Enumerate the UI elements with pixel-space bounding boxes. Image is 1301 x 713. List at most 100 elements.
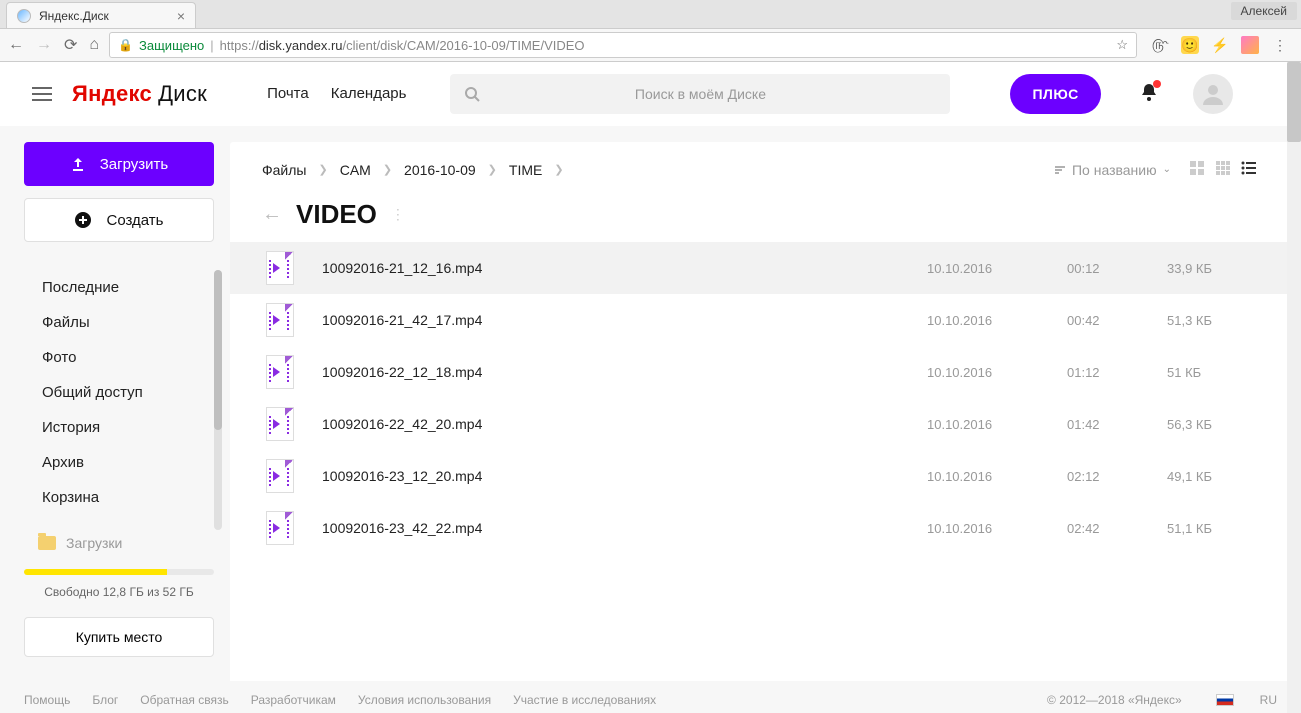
back-icon[interactable]: ←	[8, 36, 24, 54]
chevron-right-icon: ❯	[488, 163, 497, 176]
ext-icon-2[interactable]: 🙂	[1181, 36, 1199, 54]
file-size: 51,3 КБ	[1167, 313, 1257, 328]
search-input[interactable]: Поиск в моём Диске	[450, 74, 950, 114]
footer-feedback[interactable]: Обратная связь	[140, 693, 228, 707]
forward-icon: →	[36, 36, 52, 54]
file-size: 51,1 КБ	[1167, 521, 1257, 536]
file-row[interactable]: 10092016-21_12_16.mp4 10.10.2016 00:12 3…	[230, 242, 1289, 294]
file-time: 01:12	[1067, 365, 1167, 380]
sidebar-scrollbar-thumb[interactable]	[214, 270, 222, 430]
sidebar-item-trash[interactable]: Корзина	[24, 480, 218, 515]
video-file-icon	[266, 251, 294, 285]
file-row[interactable]: 10092016-23_12_20.mp4 10.10.2016 02:12 4…	[230, 450, 1289, 502]
upload-button[interactable]: Загрузить	[24, 142, 214, 186]
notifications-icon[interactable]	[1139, 82, 1159, 105]
sidebar-folder-downloads[interactable]: Загрузки	[24, 527, 218, 559]
file-name: 10092016-21_12_16.mp4	[322, 260, 927, 276]
file-name: 10092016-22_12_18.mp4	[322, 364, 927, 380]
file-date: 10.10.2016	[927, 261, 1067, 276]
file-name: 10092016-21_42_17.mp4	[322, 312, 927, 328]
omnibox[interactable]: 🔒 Защищено | https://disk.yandex.ru/clie…	[109, 32, 1137, 58]
chrome-menu-icon[interactable]: ⋮	[1271, 36, 1289, 54]
main-panel: Файлы ❯ CAM ❯ 2016-10-09 ❯ TIME ❯ По наз…	[230, 142, 1289, 681]
file-row[interactable]: 10092016-22_12_18.mp4 10.10.2016 01:12 5…	[230, 346, 1289, 398]
breadcrumb: Файлы ❯ CAM ❯ 2016-10-09 ❯ TIME ❯ По наз…	[230, 160, 1289, 179]
tab-close-icon[interactable]: ×	[177, 8, 185, 24]
footer-research[interactable]: Участие в исследованиях	[513, 693, 656, 707]
top-nav: Почта Календарь	[267, 85, 406, 102]
storage-text: Свободно 12,8 ГБ из 52 ГБ	[24, 585, 214, 599]
buy-storage-button[interactable]: Купить место	[24, 617, 214, 657]
chevron-down-icon: ⌄	[1163, 164, 1171, 175]
file-size: 56,3 КБ	[1167, 417, 1257, 432]
nav-mail[interactable]: Почта	[267, 85, 309, 102]
footer-devs[interactable]: Разработчикам	[251, 693, 336, 707]
extension-icons: ௹ 🙂 ⚡ ⋮	[1147, 36, 1293, 54]
ext-icon-1[interactable]: ௹	[1151, 36, 1169, 54]
file-time: 01:42	[1067, 417, 1167, 432]
notification-dot-icon	[1153, 80, 1161, 88]
create-label: Создать	[106, 212, 163, 229]
back-arrow-icon[interactable]: ←	[262, 203, 282, 226]
file-size: 49,1 КБ	[1167, 469, 1257, 484]
home-icon[interactable]: ⌂	[89, 36, 99, 54]
ext-icon-3[interactable]: ⚡	[1211, 36, 1229, 54]
video-file-icon	[266, 355, 294, 389]
url-host: disk.yandex.ru	[259, 38, 343, 53]
page-scrollbar[interactable]	[1287, 62, 1301, 713]
chrome-profile-chip[interactable]: Алексей	[1231, 2, 1297, 20]
ext-icon-4[interactable]	[1241, 36, 1259, 54]
sort-label: По названию	[1072, 162, 1157, 178]
view-list-icon[interactable]	[1241, 160, 1257, 179]
nav-calendar[interactable]: Календарь	[331, 85, 407, 102]
file-date: 10.10.2016	[927, 521, 1067, 536]
content: Загрузить Создать Последние Файлы Фото О…	[0, 126, 1301, 681]
footer-blog[interactable]: Блог	[92, 693, 118, 707]
footer-lang[interactable]: RU	[1260, 693, 1277, 707]
flag-ru-icon	[1216, 694, 1234, 706]
tab-strip: Яндекс.Диск × Алексей	[0, 0, 1301, 28]
create-button[interactable]: Создать	[24, 198, 214, 242]
browser-tab[interactable]: Яндекс.Диск ×	[6, 2, 196, 28]
view-switcher	[1189, 160, 1257, 179]
avatar[interactable]	[1193, 74, 1233, 114]
sidebar-item-shared[interactable]: Общий доступ	[24, 375, 218, 410]
file-row[interactable]: 10092016-21_42_17.mp4 10.10.2016 00:42 5…	[230, 294, 1289, 346]
sidebar-item-recent[interactable]: Последние	[24, 270, 218, 305]
sidebar-item-files[interactable]: Файлы	[24, 305, 218, 340]
footer: Помощь Блог Обратная связь Разработчикам…	[0, 681, 1301, 713]
crumb-date[interactable]: 2016-10-09	[404, 162, 476, 178]
reload-icon[interactable]: ⟳	[64, 35, 77, 55]
page-scrollbar-thumb[interactable]	[1287, 62, 1301, 142]
sidebar: Загрузить Создать Последние Файлы Фото О…	[0, 126, 230, 681]
folder-label: Загрузки	[66, 535, 122, 551]
logo-disk: Диск	[158, 81, 207, 107]
upload-icon	[70, 156, 86, 172]
crumb-root[interactable]: Файлы	[262, 162, 306, 178]
plus-button[interactable]: ПЛЮС	[1010, 74, 1100, 114]
view-large-tiles-icon[interactable]	[1189, 160, 1205, 179]
folder-title-row: ← VIDEO ⋮	[230, 179, 1289, 242]
crumb-time[interactable]: TIME	[509, 162, 542, 178]
footer-help[interactable]: Помощь	[24, 693, 70, 707]
topbar: Яндекс Диск Почта Календарь Поиск в моём…	[0, 62, 1301, 126]
view-small-tiles-icon[interactable]	[1215, 160, 1231, 179]
sidebar-item-photo[interactable]: Фото	[24, 340, 218, 375]
nav-icons: ← → ⟳ ⌂	[8, 35, 99, 55]
sidebar-item-archive[interactable]: Архив	[24, 445, 218, 480]
page: Яндекс Диск Почта Календарь Поиск в моём…	[0, 62, 1301, 713]
favicon-icon	[17, 9, 31, 23]
file-row[interactable]: 10092016-23_42_22.mp4 10.10.2016 02:42 5…	[230, 502, 1289, 554]
logo[interactable]: Яндекс Диск	[72, 81, 207, 107]
file-row[interactable]: 10092016-22_42_20.mp4 10.10.2016 01:42 5…	[230, 398, 1289, 450]
menu-burger-icon[interactable]	[32, 87, 52, 101]
crumb-cam[interactable]: CAM	[340, 162, 371, 178]
footer-terms[interactable]: Условия использования	[358, 693, 491, 707]
file-time: 02:12	[1067, 469, 1167, 484]
sidebar-item-history[interactable]: История	[24, 410, 218, 445]
sort-control[interactable]: По названию ⌄	[1054, 162, 1171, 178]
more-icon[interactable]: ⋮	[391, 206, 405, 223]
bookmark-star-icon[interactable]: ☆	[1116, 37, 1128, 53]
separator: |	[210, 38, 213, 53]
sidebar-scrollbar[interactable]	[214, 270, 222, 530]
